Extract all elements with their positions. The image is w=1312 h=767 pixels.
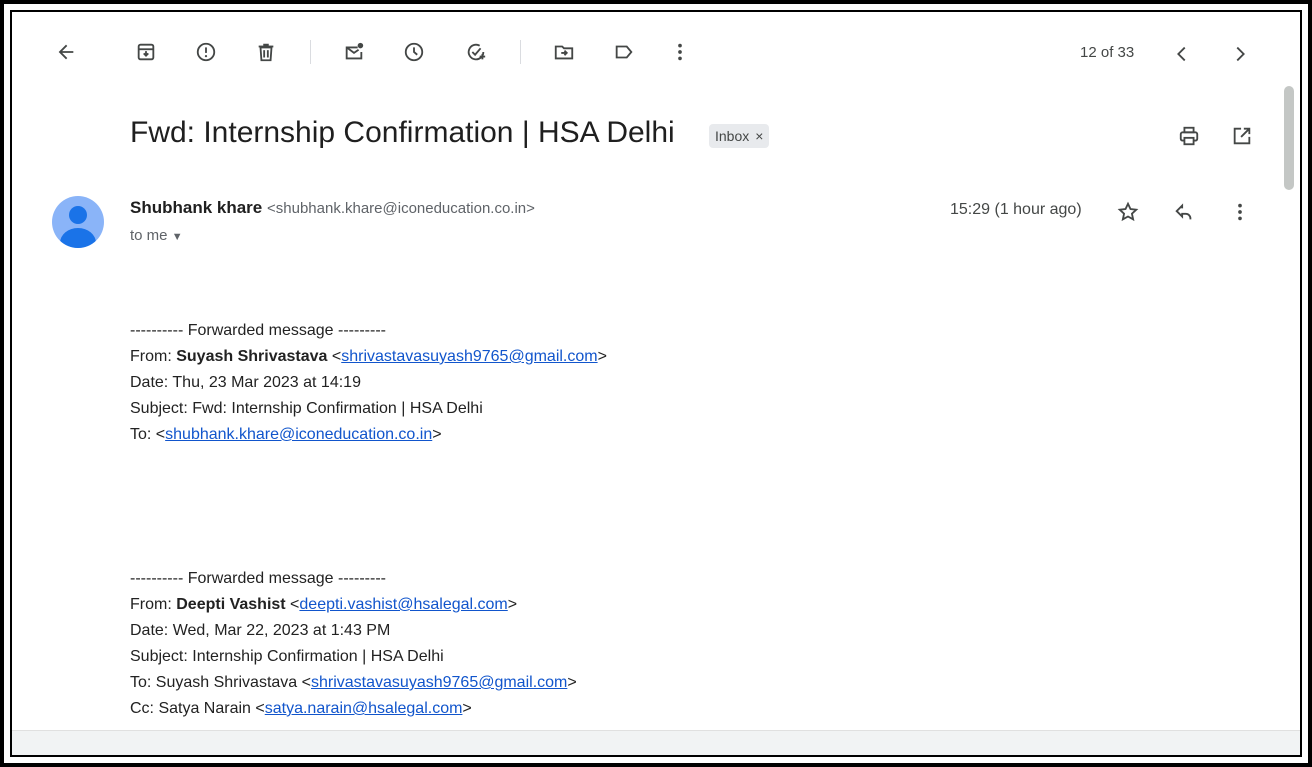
- forward-header: ---------- Forwarded message ---------: [130, 570, 386, 587]
- from-label: From:: [130, 348, 172, 365]
- to-label: To:: [130, 426, 152, 443]
- email-view: 12 of 33 Fwd: Internship Confirmation | …: [10, 10, 1302, 757]
- star-icon[interactable]: [1116, 200, 1140, 224]
- more-vertical-icon[interactable]: [1228, 200, 1252, 224]
- to-prefix: To: Suyash Shrivastava: [130, 674, 298, 691]
- window-frame: 12 of 33 Fwd: Internship Confirmation | …: [4, 4, 1308, 763]
- forward-date: Date: Thu, 23 Mar 2023 at 14:19: [130, 374, 361, 391]
- mark-unread-icon[interactable]: [342, 40, 366, 64]
- from-email-link[interactable]: shrivastavasuyash9765@gmail.com: [341, 348, 597, 365]
- to-email-link[interactable]: shrivastavasuyash9765@gmail.com: [311, 674, 567, 691]
- from-email-link[interactable]: deepti.vashist@hsalegal.com: [299, 596, 507, 613]
- label-chip-text: Inbox: [715, 128, 750, 144]
- archive-icon[interactable]: [134, 40, 158, 64]
- avatar[interactable]: [52, 196, 104, 248]
- close-icon[interactable]: ×: [755, 128, 763, 144]
- chevron-right-icon[interactable]: [1228, 42, 1252, 66]
- message-counter: 12 of 33: [1080, 44, 1135, 61]
- caret-down-icon: ▼: [171, 231, 183, 243]
- forward-to: To: <shubhank.khare@iconeducation.co.in>: [130, 426, 442, 443]
- print-icon[interactable]: [1177, 124, 1201, 148]
- email-time: 15:29 (1 hour ago): [950, 201, 1082, 218]
- chevron-left-icon[interactable]: [1170, 42, 1194, 66]
- forward-header: ---------- Forwarded message ---------: [130, 322, 386, 339]
- avatar-head: [69, 206, 87, 224]
- forwarded-block-2: ---------- Forwarded message --------- F…: [130, 566, 577, 722]
- report-spam-icon[interactable]: [194, 40, 218, 64]
- email-subject: Fwd: Internship Confirmation | HSA Delhi: [130, 116, 675, 149]
- label-icon[interactable]: [612, 40, 636, 64]
- forward-from: From: Deepti Vashist <deepti.vashist@hsa…: [130, 596, 518, 613]
- from-name: Deepti Vashist: [176, 596, 286, 613]
- sender-name[interactable]: Shubhank khare: [130, 198, 262, 217]
- move-to-icon[interactable]: [552, 40, 576, 64]
- cc-prefix: Cc: Satya Narain: [130, 700, 251, 717]
- recipient-toggle[interactable]: to me ▼: [130, 227, 183, 244]
- from-name: Suyash Shrivastava: [176, 348, 328, 365]
- toolbar-divider: [520, 40, 521, 64]
- sender-email: <shubhank.khare@iconeducation.co.in>: [267, 200, 535, 217]
- forward-from: From: Suyash Shrivastava <shrivastavasuy…: [130, 348, 607, 365]
- sender-line: Shubhank khare <shubhank.khare@iconeduca…: [130, 198, 535, 218]
- forwarded-block-1: ---------- Forwarded message --------- F…: [130, 318, 607, 448]
- bottom-strip: [12, 730, 1300, 755]
- add-task-icon[interactable]: [464, 40, 488, 64]
- trash-icon[interactable]: [254, 40, 278, 64]
- forward-to: To: Suyash Shrivastava <shrivastavasuyas…: [130, 674, 577, 691]
- forward-subject: Subject: Fwd: Internship Confirmation | …: [130, 400, 483, 417]
- clock-icon[interactable]: [402, 40, 426, 64]
- forward-subject: Subject: Internship Confirmation | HSA D…: [130, 648, 444, 665]
- to-email-link[interactable]: shubhank.khare@iconeducation.co.in: [165, 426, 432, 443]
- inbox-label-chip: Inbox ×: [709, 124, 770, 148]
- reply-icon[interactable]: [1172, 200, 1196, 224]
- to-me-label: to me: [130, 227, 168, 244]
- avatar-body: [60, 228, 96, 248]
- forward-date: Date: Wed, Mar 22, 2023 at 1:43 PM: [130, 622, 391, 639]
- from-label: From:: [130, 596, 172, 613]
- scrollbar-thumb[interactable]: [1284, 86, 1294, 190]
- toolbar-divider: [310, 40, 311, 64]
- open-new-window-icon[interactable]: [1230, 124, 1254, 148]
- arrow-left-icon[interactable]: [54, 40, 78, 64]
- forward-cc: Cc: Satya Narain <satya.narain@hsalegal.…: [130, 700, 472, 717]
- cc-email-link[interactable]: satya.narain@hsalegal.com: [265, 700, 463, 717]
- more-vertical-icon[interactable]: [668, 40, 692, 64]
